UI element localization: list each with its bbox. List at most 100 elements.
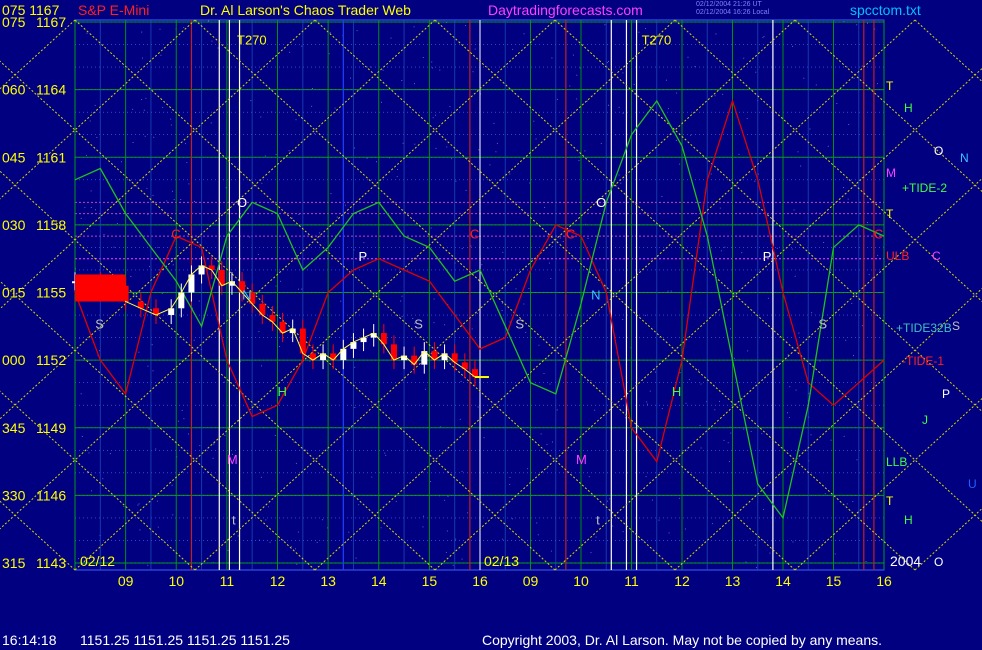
chart-marker-label: H (672, 384, 681, 399)
background-dot (439, 69, 441, 71)
background-dot (846, 503, 848, 505)
site-link[interactable]: Daytradingforecasts.com (488, 2, 643, 18)
background-dot (296, 563, 298, 565)
background-dot (549, 383, 551, 385)
background-dot (606, 62, 608, 64)
background-dot (811, 312, 813, 314)
background-dot (780, 472, 782, 474)
background-dot (461, 470, 463, 472)
background-dot (544, 207, 546, 208)
background-dot (476, 312, 478, 314)
y-tick-degree: 330 (2, 487, 26, 503)
background-dot (711, 523, 713, 525)
right-side-label: LLB (886, 455, 907, 469)
background-dot (159, 28, 161, 30)
background-dot (177, 420, 179, 422)
background-dot (148, 428, 150, 430)
background-dot (314, 133, 316, 134)
background-dot (354, 366, 356, 368)
background-dot (461, 248, 463, 250)
background-dot (645, 476, 647, 478)
background-dot (670, 290, 672, 292)
chart-marker-label: P (763, 249, 772, 264)
x-tick-label: 09 (523, 573, 539, 589)
background-dot (138, 351, 140, 353)
diagonal-line (74, 19, 676, 571)
background-dot (138, 503, 140, 505)
background-dot (622, 531, 624, 533)
background-dot (836, 103, 838, 104)
background-dot (456, 314, 458, 316)
background-dot (569, 85, 571, 87)
background-dot (679, 372, 681, 374)
background-dot (423, 515, 424, 517)
background-dot (265, 519, 267, 521)
background-dot (290, 546, 292, 547)
background-dot (261, 182, 263, 184)
background-dot (293, 441, 295, 443)
background-dot (188, 433, 189, 435)
background-dot (746, 118, 748, 120)
background-dot (186, 162, 188, 164)
background-dot (551, 246, 553, 247)
right-side-label: T (886, 79, 894, 93)
background-dot (356, 30, 358, 32)
background-dot (609, 498, 611, 500)
background-dot (856, 459, 858, 461)
y-tick-degree: 030 (2, 217, 26, 233)
background-dot (143, 109, 145, 111)
background-dot (168, 154, 170, 156)
diagonal-line (794, 19, 982, 193)
background-dot (171, 484, 173, 486)
background-dot (793, 209, 795, 211)
background-dot (658, 519, 660, 521)
background-dot (172, 264, 174, 266)
background-dot (618, 106, 620, 108)
background-dot (400, 300, 402, 302)
background-dot (451, 158, 453, 160)
background-dot (877, 254, 879, 256)
background-dot (710, 173, 712, 175)
background-dot (868, 274, 870, 276)
background-dot (809, 128, 811, 130)
background-dot (661, 196, 663, 197)
background-dot (633, 84, 635, 85)
background-dot (546, 444, 548, 445)
background-dot (502, 538, 504, 540)
symbol-title: S&P E-Mini (78, 2, 150, 18)
right-side-label: C (932, 249, 941, 263)
right-side-label: H (904, 513, 913, 527)
background-dot (638, 31, 640, 33)
x-tick-label: 10 (168, 573, 184, 589)
background-dot (572, 257, 574, 259)
background-dot (199, 445, 201, 447)
right-side-label: N (960, 151, 969, 165)
background-dot (679, 163, 681, 165)
background-dot (798, 332, 800, 334)
background-dot (495, 151, 497, 153)
background-dot (280, 280, 282, 282)
background-dot (84, 207, 86, 209)
background-dot (861, 325, 863, 327)
chart-marker-label: T270 (237, 33, 267, 48)
y-tick-price: 1146 (36, 487, 66, 503)
background-dot (489, 164, 491, 166)
background-dot (556, 409, 558, 411)
right-side-label: T (886, 207, 894, 221)
background-dot (217, 47, 219, 49)
background-dot (792, 541, 794, 543)
background-dot (787, 412, 788, 414)
background-dot (819, 360, 821, 362)
x-tick-label: 14 (371, 573, 387, 589)
background-dot (727, 442, 729, 444)
background-dot (847, 198, 849, 200)
background-dot (810, 434, 812, 436)
footer-quote: 1151.25 1151.25 1151.25 1151.25 (80, 632, 290, 648)
background-dot (590, 380, 592, 382)
background-dot (257, 254, 259, 255)
background-dot (528, 288, 530, 289)
background-dot (147, 564, 149, 566)
background-dot (395, 500, 397, 502)
background-dot (644, 314, 646, 316)
background-dot (590, 552, 592, 554)
